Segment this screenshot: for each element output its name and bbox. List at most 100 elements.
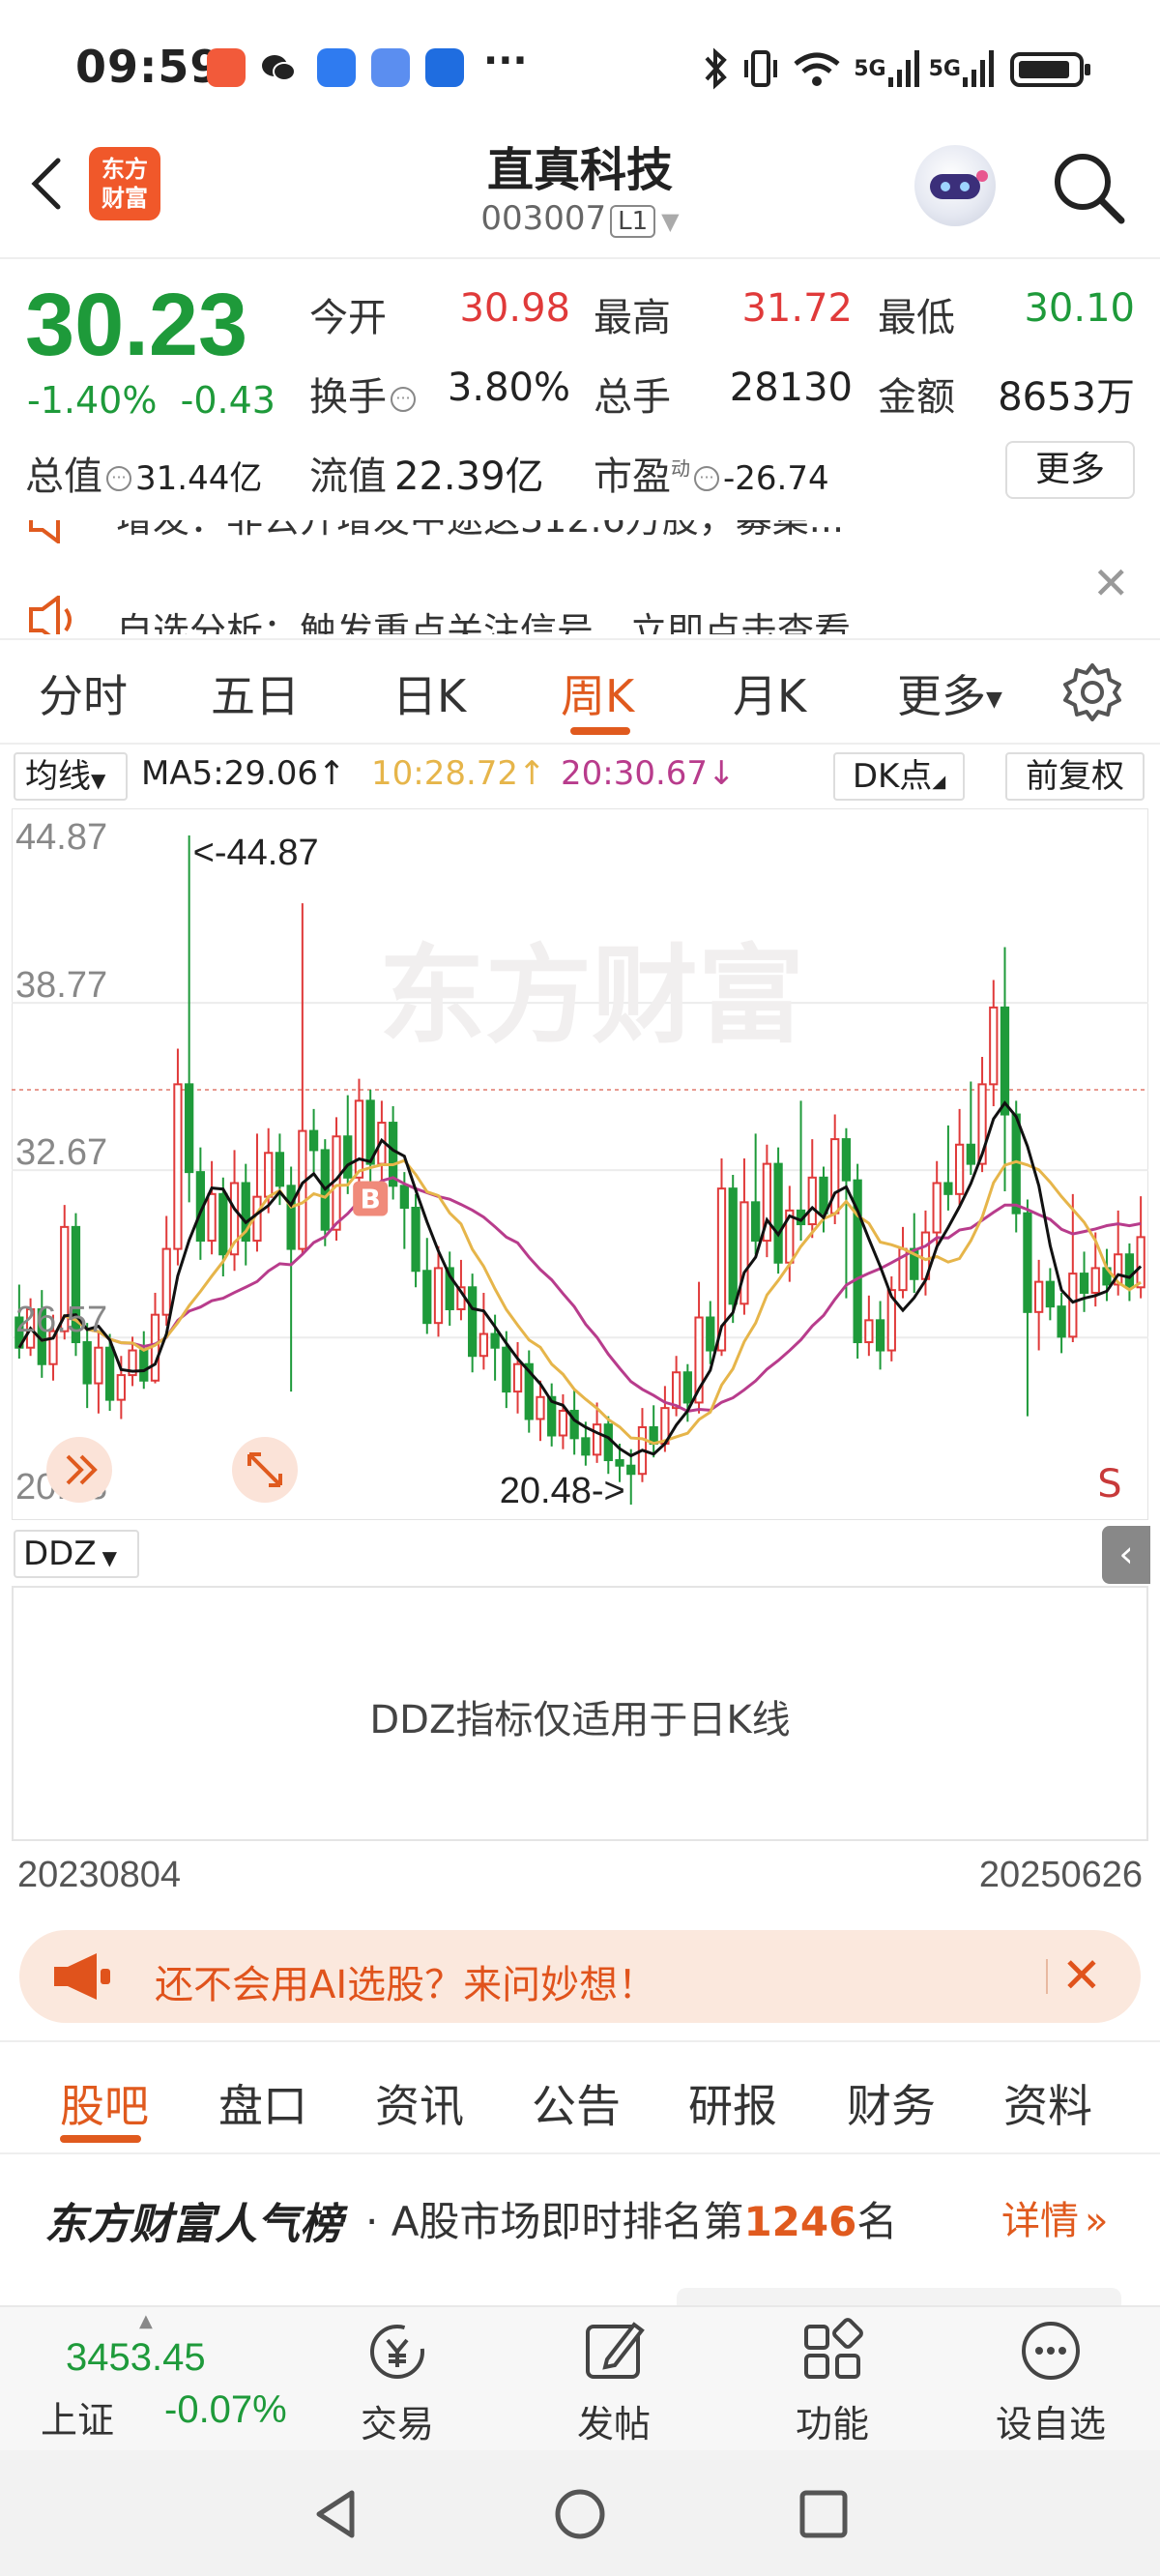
add-watchlist-button[interactable]: 设自选 xyxy=(978,2317,1123,2447)
scroll-left-button[interactable] xyxy=(46,1437,112,1503)
adjust-price-button[interactable]: 前复权 xyxy=(1005,752,1145,801)
more-notifications-icon: ··· xyxy=(483,39,528,83)
rank-detail-link[interactable]: 详情» xyxy=(1001,2189,1108,2245)
app-notification-icon xyxy=(207,48,246,87)
info-icon: ··· xyxy=(694,466,719,491)
volume-label: 总手 xyxy=(594,375,671,420)
chevron-down-icon: ▼ xyxy=(661,208,680,235)
ma20-line xyxy=(17,1176,1142,1414)
float-label: 流值 22.39亿 xyxy=(309,454,544,499)
nav-back-icon[interactable] xyxy=(309,2487,363,2541)
candle-body xyxy=(864,1319,874,1344)
tab-profile[interactable]: 资料 xyxy=(1003,2071,1092,2135)
open-value: 30.98 xyxy=(459,286,570,331)
yen-icon xyxy=(370,2325,424,2379)
pe-label[interactable]: 市盈动 ··· -26.74 xyxy=(594,445,829,501)
candle-body xyxy=(830,1138,840,1215)
popularity-rank: · A股市场即时排名第1246名 xyxy=(365,2198,898,2245)
tab-monthly-k[interactable]: 月K xyxy=(733,661,806,725)
mktcap-label[interactable]: 总值 ··· 31.44亿 xyxy=(25,445,262,501)
turnover-label[interactable]: 换手 ··· xyxy=(309,366,420,422)
megaphone-icon xyxy=(54,1953,110,2000)
signal-icon xyxy=(963,50,994,87)
info-icon: ··· xyxy=(391,387,416,412)
candle-body xyxy=(989,1006,999,1086)
candle-body xyxy=(275,1152,285,1187)
indicator-select[interactable]: DDZ ▼ xyxy=(14,1530,139,1578)
candle-body xyxy=(139,1349,149,1382)
index-name[interactable]: 上证 xyxy=(41,2390,114,2444)
tab-announcements[interactable]: 公告 xyxy=(532,2071,621,2135)
notice-ticker[interactable]: 增发：非公开增发中途这312.6万股，募集... 自选分析：触发重点关注信号，立… xyxy=(0,520,1160,634)
search-icon[interactable] xyxy=(1050,149,1127,226)
tab-news[interactable]: 资讯 xyxy=(375,2071,464,2135)
candle-body xyxy=(490,1332,500,1349)
candle-body xyxy=(536,1395,545,1420)
dk-point-button[interactable]: DK点◢ xyxy=(833,752,965,801)
amount-value: 8653万 xyxy=(998,375,1135,420)
candle-body xyxy=(706,1316,715,1352)
chevron-left-icon[interactable]: ‹ xyxy=(1102,1526,1150,1584)
candle-body xyxy=(1079,1273,1089,1294)
nav-home-icon[interactable] xyxy=(553,2487,607,2541)
app-robot-icon xyxy=(425,48,464,87)
ma5-value: MA5:29.06↑ xyxy=(141,754,346,793)
watermark: 东方财富 xyxy=(379,934,804,1058)
high-value: 31.72 xyxy=(741,286,853,331)
close-icon[interactable]: ✕ xyxy=(1061,1947,1102,2004)
grid-icon xyxy=(804,2318,863,2379)
candle-body xyxy=(1068,1273,1078,1338)
candle-body xyxy=(841,1138,852,1182)
high-label: 最高 xyxy=(594,296,671,340)
tab-daily-k[interactable]: 日K xyxy=(392,661,466,725)
tab-finance[interactable]: 财务 xyxy=(847,2071,936,2135)
candle-body xyxy=(1034,1280,1044,1313)
info-icon: ··· xyxy=(106,466,131,491)
tab-five-day[interactable]: 五日 xyxy=(211,661,300,725)
candle-body xyxy=(875,1319,885,1352)
y-tick-label: 32.67 xyxy=(15,1132,107,1173)
double-chevron-right-icon: » xyxy=(1085,2199,1109,2243)
active-tab-indicator xyxy=(570,727,630,735)
index-change[interactable]: -0.07% xyxy=(164,2388,287,2432)
wechat-icon xyxy=(259,48,298,87)
functions-button[interactable]: 功能 xyxy=(760,2317,905,2447)
date-end: 20250626 xyxy=(978,1855,1143,1895)
candle-body xyxy=(478,1332,489,1358)
close-icon[interactable]: ✕ xyxy=(1092,557,1130,609)
tab-intraday[interactable]: 分时 xyxy=(39,661,128,725)
ai-banner-text[interactable]: 还不会用AI选股？来问妙想！ xyxy=(155,1953,656,2009)
y-axis-labels: 44.8738.7732.6726.5720.48 xyxy=(15,817,107,1508)
tab-weekly-k[interactable]: 周K xyxy=(561,661,634,725)
svg-text:B: B xyxy=(361,1183,381,1215)
tab-more[interactable]: 更多▼ xyxy=(897,661,1002,725)
assistant-avatar[interactable] xyxy=(914,145,996,226)
index-value[interactable]: 3453.45 xyxy=(66,2336,206,2380)
dropdown-arrow-icon: ▼ xyxy=(91,769,106,792)
more-button[interactable]: 更多 xyxy=(1005,441,1135,499)
expand-icon[interactable] xyxy=(232,1437,298,1503)
status-time: 09:59 xyxy=(75,41,222,93)
weekly-k-chart[interactable]: 东方财富 44.8738.7732.6726.5720.48 <-44.87 2… xyxy=(12,808,1148,1520)
candle-body xyxy=(1057,1305,1066,1338)
dropdown-arrow-icon: ▼ xyxy=(102,1546,118,1569)
candle-body xyxy=(207,1192,217,1243)
candle-body xyxy=(954,1143,965,1195)
system-status-icons: 5G 5G xyxy=(699,44,1092,93)
signal-icon xyxy=(887,50,919,87)
candle-body xyxy=(82,1341,92,1385)
divider xyxy=(0,257,1160,259)
low-label: 最低 xyxy=(878,296,955,340)
candle-body xyxy=(94,1346,103,1385)
ma-select[interactable]: 均线▼ xyxy=(14,752,128,801)
nav-recents-icon[interactable] xyxy=(798,2489,849,2539)
tab-order-book[interactable]: 盘口 xyxy=(218,2071,307,2135)
tab-research[interactable]: 研报 xyxy=(688,2071,777,2135)
gear-icon[interactable] xyxy=(1061,661,1123,723)
vibrate-icon xyxy=(744,50,778,87)
notice-text: 自选分析：触发重点关注信号，立即点击查看 xyxy=(116,610,852,634)
post-button[interactable]: 发帖 xyxy=(541,2317,686,2447)
tab-forum[interactable]: 股吧 xyxy=(60,2071,149,2135)
trade-button[interactable]: 交易 xyxy=(325,2317,470,2447)
candle-body xyxy=(422,1270,432,1325)
